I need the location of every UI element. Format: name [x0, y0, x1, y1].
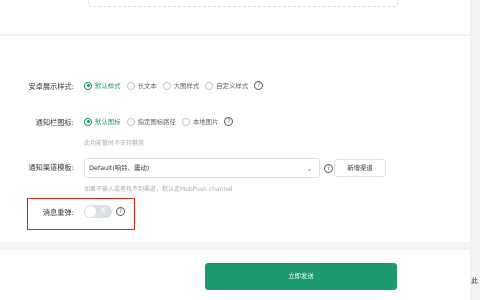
radio-dot	[84, 117, 92, 126]
android-style-radio-group: 默认样式 长文本 大图样式 自定义样式 ?	[84, 81, 264, 90]
radio-dot	[126, 117, 135, 126]
radio-default-icon[interactable]: 默认图标	[84, 117, 121, 126]
radio-label: 长文本	[137, 82, 157, 90]
chevron-down-icon: ⌄	[306, 164, 313, 173]
radio-icon-path[interactable]: 指定图标路径	[126, 117, 176, 126]
select-value: Default(响铃、震动)	[89, 164, 150, 172]
notif-icon-radio-group: 默认图标 指定图标路径 本地图片 ?	[84, 117, 234, 126]
radio-default-style[interactable]: 默认样式	[84, 81, 121, 90]
radio-dot	[84, 81, 92, 90]
radio-dot	[205, 81, 214, 90]
radio-label: 本地图片	[192, 118, 219, 126]
radio-long-text[interactable]: 长文本	[126, 81, 157, 90]
radio-dot	[162, 81, 171, 90]
channel-template-hint: 如果不输入或者找不到渠道，默认走MobPush channel	[84, 186, 233, 193]
radio-dot	[126, 81, 135, 90]
radio-custom-style[interactable]: 自定义样式	[205, 81, 248, 90]
channel-template-label: 通知渠道模板:	[28, 163, 74, 172]
radio-label: 大图样式	[173, 82, 200, 90]
radio-dot	[181, 117, 190, 126]
message-rebound-switch[interactable]: 关	[84, 205, 112, 218]
switch-knob	[85, 206, 96, 217]
android-style-label: 安卓展示样式:	[28, 82, 74, 91]
help-icon[interactable]: ?	[116, 207, 125, 216]
send-now-button[interactable]: 立即发送	[205, 263, 397, 290]
help-icon[interactable]: ?	[224, 117, 234, 126]
radio-local-image[interactable]: 本地图片	[181, 117, 219, 126]
help-icon[interactable]: ?	[324, 164, 333, 173]
notif-icon-hint: 此功能暂时不支持魅族	[84, 140, 145, 147]
radio-label: 默认样式	[95, 82, 121, 90]
message-rebound-label: 消息重弹:	[42, 208, 74, 217]
channel-template-select[interactable]: Default(响铃、震动) ⌄	[84, 158, 320, 178]
notif-icon-label: 通知栏图标:	[35, 118, 74, 127]
radio-label: 指定图标路径	[137, 118, 176, 126]
radio-label: 默认图标	[95, 118, 121, 126]
radio-big-picture[interactable]: 大图样式	[162, 81, 200, 90]
add-channel-button[interactable]: 新增渠道	[334, 159, 386, 177]
top-card	[0, 0, 470, 34]
switch-text: 关	[100, 208, 106, 214]
help-icon[interactable]: ?	[254, 81, 264, 90]
edge-text: 此	[471, 277, 478, 285]
upload-area[interactable]	[88, 0, 398, 7]
radio-label: 自定义样式	[216, 82, 249, 90]
